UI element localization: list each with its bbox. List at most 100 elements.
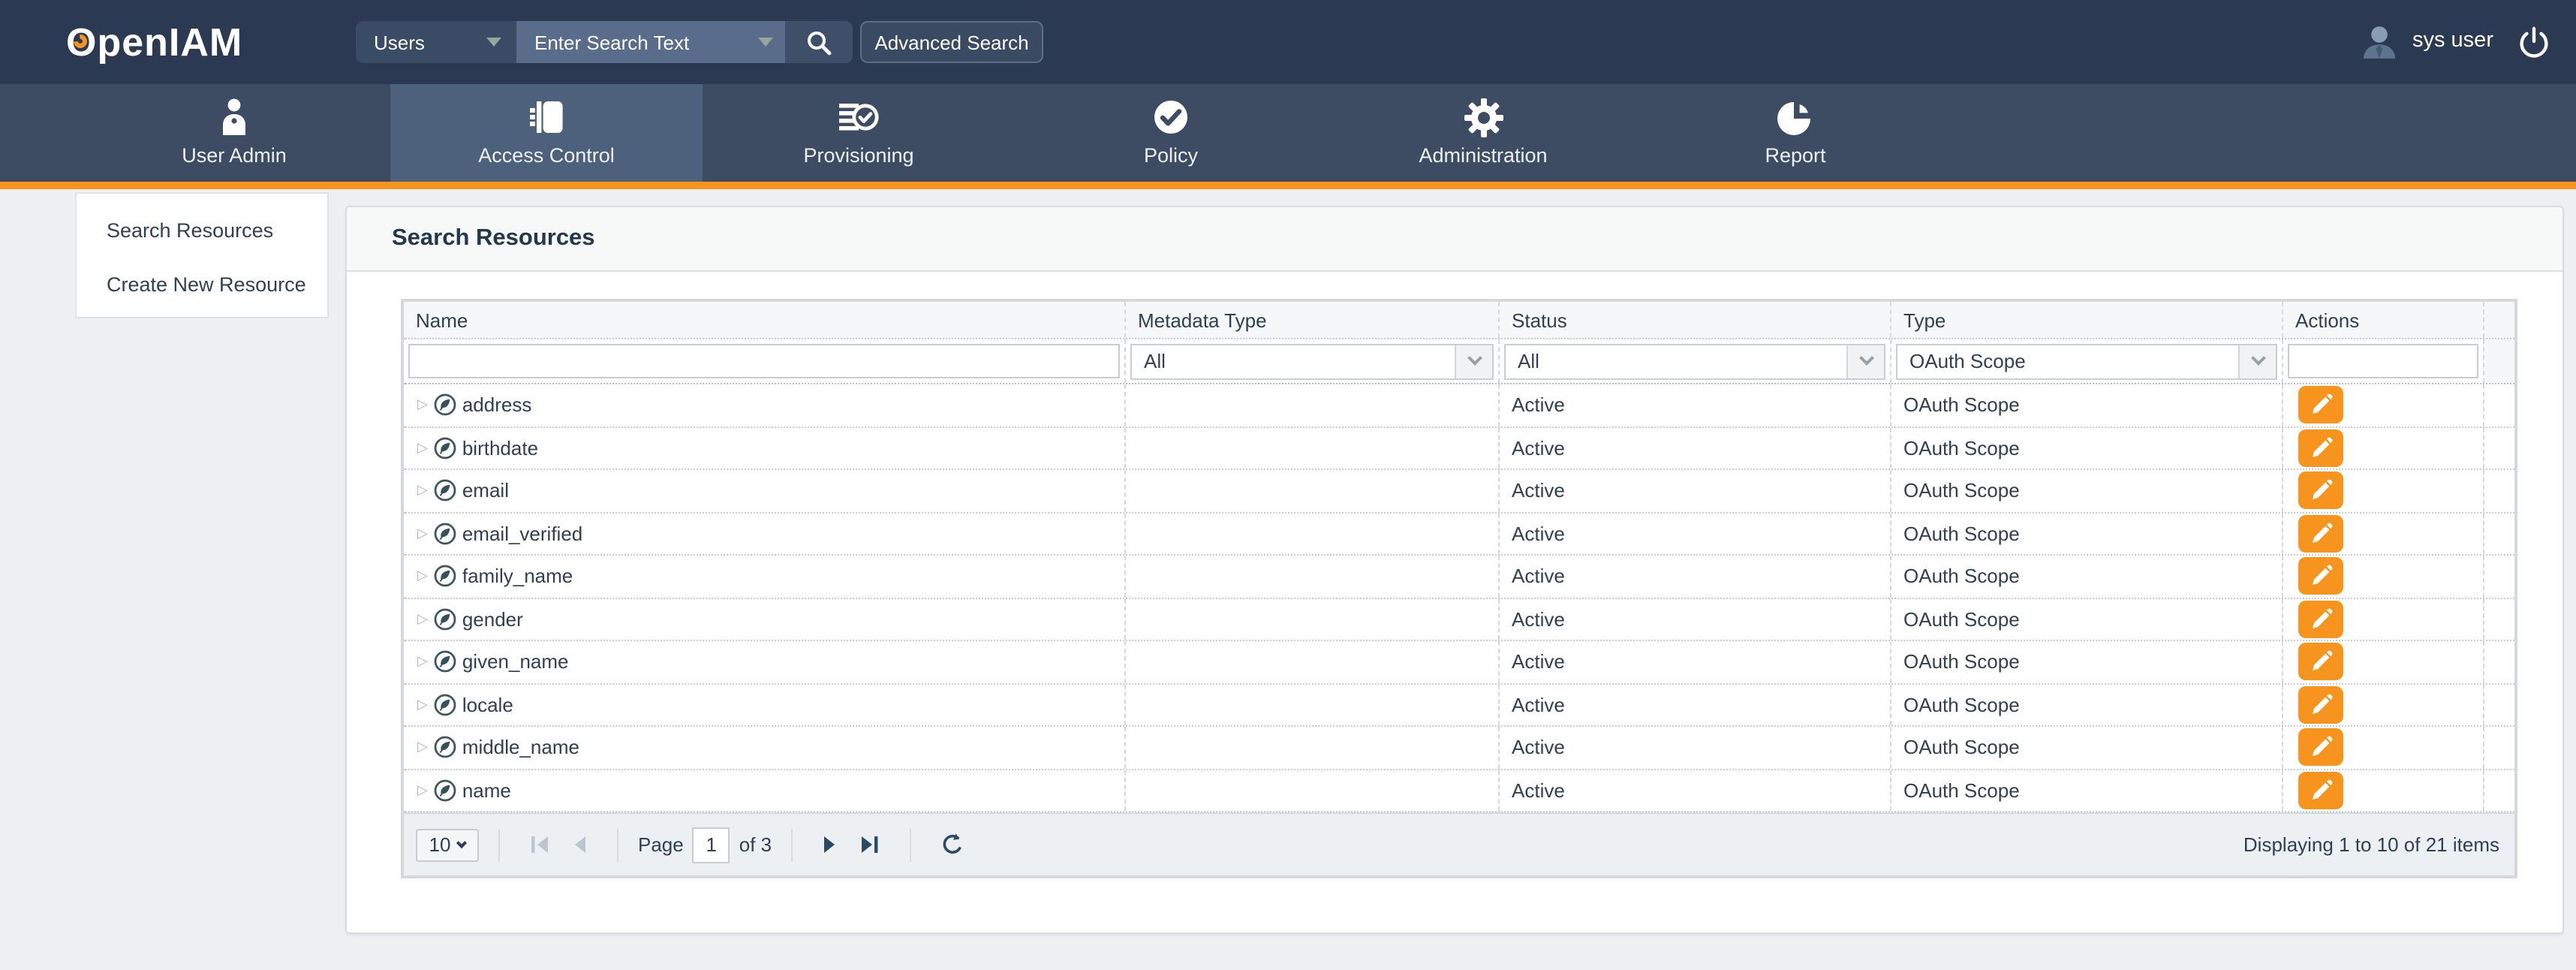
- tab-report[interactable]: Report: [1639, 84, 1952, 182]
- expand-arrow-icon[interactable]: ▷: [417, 484, 428, 498]
- first-page-button[interactable]: [519, 833, 560, 856]
- search-category-select[interactable]: Users: [356, 21, 516, 63]
- table-row[interactable]: ▷ email Active OAuth Scope: [404, 470, 2514, 513]
- edit-button[interactable]: [2298, 472, 2343, 510]
- next-page-button[interactable]: [812, 833, 850, 856]
- user-avatar[interactable]: [2360, 23, 2399, 62]
- leaf-icon: [434, 737, 456, 759]
- expand-arrow-icon[interactable]: ▷: [417, 570, 428, 583]
- status-filter-select[interactable]: All: [1504, 343, 1885, 379]
- power-icon[interactable]: [2516, 24, 2552, 60]
- name-filter-input[interactable]: [408, 344, 1120, 378]
- col-header-gutter: [2483, 302, 2514, 338]
- resource-name: email: [462, 480, 509, 502]
- type-filter-select[interactable]: OAuth Scope: [1896, 343, 2277, 379]
- page-label: Page: [638, 833, 684, 856]
- resource-metadata-type: [1124, 384, 1498, 426]
- sidebar-item-search-resources[interactable]: Search Resources: [77, 203, 327, 257]
- expand-arrow-icon[interactable]: ▷: [417, 399, 428, 412]
- openiam-logo[interactable]: OpenIAM: [66, 20, 242, 66]
- sidebar-item-create-new-resource[interactable]: Create New Resource: [77, 257, 327, 311]
- gear-icon: [1463, 97, 1503, 137]
- table-row[interactable]: ▷ given_name Active OAuth Scope: [404, 641, 2514, 684]
- tab-administration[interactable]: Administration: [1327, 84, 1639, 182]
- edit-button[interactable]: [2298, 643, 2343, 681]
- refresh-button[interactable]: [931, 832, 974, 857]
- resource-metadata-type: [1124, 556, 1498, 597]
- actions-filter-input[interactable]: [2288, 344, 2478, 378]
- search-input[interactable]: Enter Search Text: [516, 21, 785, 63]
- chevron-down-icon: [1846, 345, 1884, 378]
- prev-page-button[interactable]: [560, 833, 597, 856]
- resource-type: OAuth Scope: [1890, 384, 2282, 426]
- main-nav: User Admin Access Control: [0, 84, 2576, 182]
- provisioning-icon: [838, 98, 880, 137]
- expand-arrow-icon[interactable]: ▷: [417, 784, 428, 797]
- pencil-edit-icon: [2310, 480, 2332, 502]
- chevron-down-icon: [758, 38, 773, 47]
- expand-arrow-icon[interactable]: ▷: [417, 613, 428, 626]
- divider: [791, 828, 793, 861]
- resource-name: middle_name: [462, 737, 579, 759]
- edit-button[interactable]: [2298, 729, 2343, 767]
- edit-button[interactable]: [2298, 387, 2343, 424]
- resource-metadata-type: [1124, 727, 1498, 768]
- resource-status: Active: [1498, 598, 1890, 640]
- table-row[interactable]: ▷ birthdate Active OAuth Scope: [404, 427, 2514, 470]
- table-row[interactable]: ▷ address Active OAuth Scope: [404, 384, 2514, 427]
- pencil-edit-icon: [2310, 651, 2332, 673]
- resource-type: OAuth Scope: [1890, 770, 2282, 811]
- edit-button[interactable]: [2298, 558, 2343, 595]
- table-row[interactable]: ▷ family_name Active OAuth Scope: [404, 556, 2514, 598]
- expand-arrow-icon[interactable]: ▷: [417, 698, 428, 712]
- selected-value: All: [1132, 350, 1166, 372]
- last-page-button[interactable]: [850, 833, 890, 856]
- table-row[interactable]: ▷ middle_name Active OAuth Scope: [404, 727, 2514, 770]
- table-body: ▷ address Active OAuth Scope: [404, 384, 2514, 812]
- search-placeholder: Enter Search Text: [534, 31, 689, 53]
- pie-chart-icon: [1776, 98, 1815, 137]
- search-category-value: Users: [374, 31, 425, 53]
- metadata-type-filter-select[interactable]: All: [1130, 343, 1494, 379]
- tab-provisioning[interactable]: Provisioning: [703, 84, 1015, 182]
- col-header-type[interactable]: Type: [1890, 302, 2282, 338]
- col-header-status[interactable]: Status: [1498, 302, 1890, 338]
- edit-button[interactable]: [2298, 686, 2343, 724]
- expand-arrow-icon[interactable]: ▷: [417, 441, 428, 455]
- edit-button[interactable]: [2298, 429, 2343, 467]
- edit-button[interactable]: [2298, 772, 2343, 809]
- expand-arrow-icon[interactable]: ▷: [417, 741, 428, 755]
- expand-arrow-icon[interactable]: ▷: [417, 655, 428, 669]
- page-number-input[interactable]: [693, 827, 730, 863]
- table-row[interactable]: ▷ name Active OAuth Scope: [404, 770, 2514, 812]
- tab-label: Access Control: [478, 144, 615, 167]
- edit-button[interactable]: [2298, 601, 2343, 638]
- table-row[interactable]: ▷ gender Active OAuth Scope: [404, 598, 2514, 641]
- logged-in-username[interactable]: sys user: [2412, 29, 2493, 53]
- search-button[interactable]: [785, 21, 853, 63]
- page-size-select[interactable]: 10: [416, 828, 479, 861]
- edit-button[interactable]: [2298, 515, 2343, 553]
- access-control-icon: [527, 98, 566, 137]
- tab-access-control[interactable]: Access Control: [390, 84, 703, 182]
- user-icon: [218, 98, 251, 137]
- resource-metadata-type: [1124, 513, 1498, 554]
- resources-table: Name Metadata Type Status Type Actions A…: [401, 299, 2517, 878]
- resource-name: gender: [462, 608, 523, 631]
- search-icon: [806, 29, 832, 55]
- prev-page-icon: [569, 833, 588, 856]
- resource-status: Active: [1498, 556, 1890, 597]
- resource-metadata-type: [1124, 427, 1498, 468]
- col-header-metadata[interactable]: Metadata Type: [1124, 302, 1498, 338]
- table-row[interactable]: ▷ email_verified Active OAuth Scope: [404, 513, 2514, 556]
- table-row[interactable]: ▷ locale Active OAuth Scope: [404, 684, 2514, 727]
- resource-type: OAuth Scope: [1890, 598, 2282, 640]
- col-header-name[interactable]: Name: [404, 302, 1124, 338]
- tab-user-admin[interactable]: User Admin: [78, 84, 390, 182]
- expand-arrow-icon[interactable]: ▷: [417, 527, 428, 541]
- advanced-search-button[interactable]: Advanced Search: [860, 21, 1043, 63]
- leaf-icon: [434, 480, 456, 502]
- resource-name: given_name: [462, 651, 569, 673]
- tab-policy[interactable]: Policy: [1015, 84, 1327, 182]
- selected-value: All: [1506, 350, 1539, 372]
